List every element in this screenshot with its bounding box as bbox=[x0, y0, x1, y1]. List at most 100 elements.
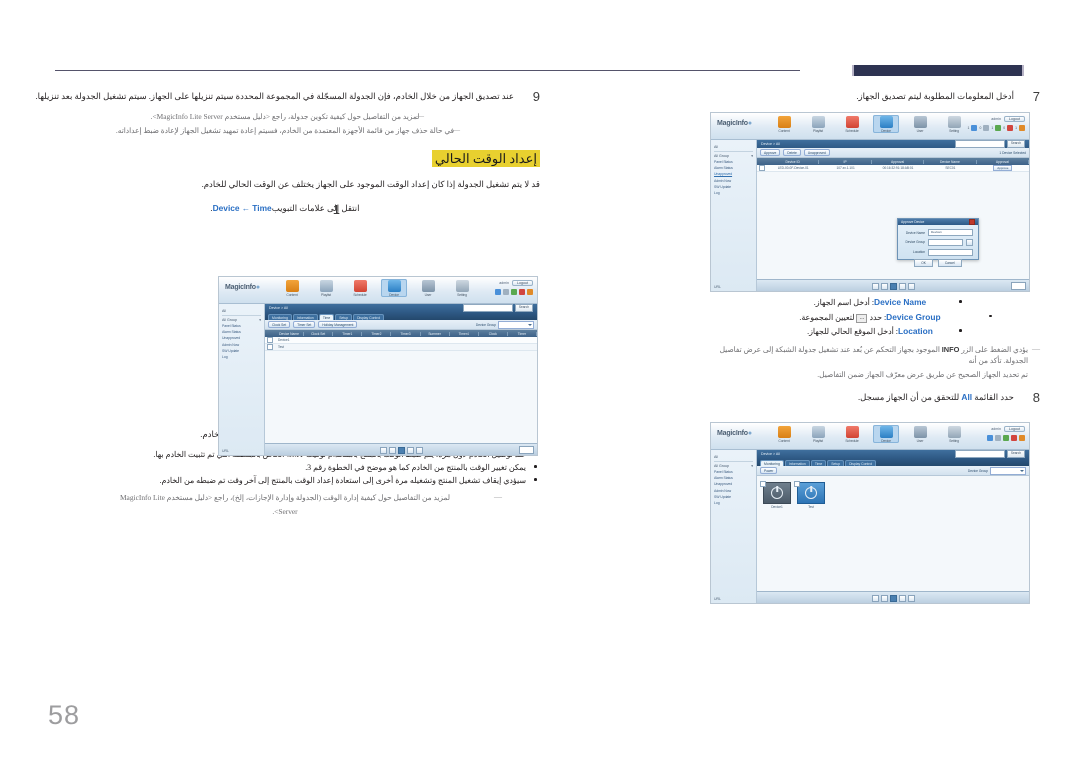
search-button[interactable]: Search bbox=[1006, 450, 1025, 458]
search-button[interactable]: Search bbox=[514, 304, 533, 312]
toolbar-content[interactable]: Content bbox=[771, 115, 797, 133]
toolbar-user[interactable]: User bbox=[415, 279, 441, 297]
table-row[interactable]: Device1 bbox=[265, 337, 537, 344]
page-next[interactable] bbox=[406, 446, 414, 454]
col-timer1[interactable]: Timer1 bbox=[333, 331, 363, 336]
ellipsis-button-icon[interactable]: ... bbox=[856, 313, 868, 323]
page-first[interactable] bbox=[379, 446, 387, 454]
row-action[interactable]: Approve bbox=[977, 165, 1029, 171]
page-next[interactable] bbox=[898, 282, 906, 290]
page-next[interactable] bbox=[898, 594, 906, 602]
logout-button[interactable]: Logout bbox=[1004, 426, 1025, 432]
tab-time[interactable]: Time bbox=[810, 460, 827, 466]
page-current[interactable] bbox=[889, 594, 897, 602]
page-last[interactable] bbox=[907, 282, 915, 290]
row-check[interactable] bbox=[757, 165, 767, 171]
col-device-id[interactable]: Device ID bbox=[767, 159, 820, 164]
tab-display-control[interactable]: Display Control bbox=[353, 314, 385, 320]
tab-information[interactable]: Information bbox=[292, 314, 318, 320]
checkbox-icon[interactable] bbox=[759, 165, 765, 171]
checkbox-icon[interactable] bbox=[794, 481, 800, 487]
toolbar-schedule[interactable]: Schedule bbox=[839, 115, 865, 133]
table-row[interactable]: Test bbox=[265, 344, 537, 351]
cancel-button[interactable]: Cancel bbox=[937, 258, 962, 267]
device-thumbnail[interactable] bbox=[794, 481, 825, 504]
col-timer3[interactable]: Timer3 bbox=[391, 331, 421, 336]
page-current[interactable] bbox=[889, 282, 897, 290]
toolbar-playlist[interactable]: Playlist bbox=[805, 425, 831, 443]
col-summer[interactable]: Summer bbox=[421, 331, 450, 336]
device-tile[interactable]: Test bbox=[794, 481, 825, 509]
checkbox-icon[interactable] bbox=[267, 337, 273, 343]
col-device-name[interactable]: Device Name bbox=[275, 331, 305, 336]
page-size-select[interactable] bbox=[1011, 282, 1026, 290]
col-timer[interactable]: Timer bbox=[508, 331, 537, 336]
page-size-select[interactable] bbox=[519, 446, 534, 454]
device-group-filter-select[interactable] bbox=[498, 320, 534, 329]
row-check[interactable] bbox=[265, 344, 275, 350]
toolbar-device[interactable]: Device bbox=[873, 115, 899, 133]
page-current[interactable] bbox=[397, 446, 405, 454]
table-row[interactable]: LED-00-0F-Device-01 107.xx.1.101 00:16:3… bbox=[757, 165, 1029, 172]
toolbar-device[interactable]: Device bbox=[873, 425, 899, 443]
page-prev[interactable] bbox=[880, 594, 888, 602]
timer-set-button[interactable]: Timer Set bbox=[293, 321, 316, 328]
input-location[interactable] bbox=[928, 248, 973, 256]
toolbar-device[interactable]: Device bbox=[381, 279, 407, 297]
toolbar-setting[interactable]: Setting bbox=[449, 279, 475, 297]
tab-information[interactable]: Information bbox=[784, 460, 810, 466]
toolbar-playlist[interactable]: Playlist bbox=[313, 279, 339, 297]
tab-setup[interactable]: Setup bbox=[335, 314, 353, 320]
ok-button[interactable]: OK bbox=[914, 258, 933, 267]
device-group-filter-select[interactable] bbox=[990, 466, 1026, 475]
page-first[interactable] bbox=[871, 282, 879, 290]
col-device-name[interactable]: Device Name bbox=[924, 159, 977, 164]
toolbar-schedule[interactable]: Schedule bbox=[839, 425, 865, 443]
holiday-management-button[interactable]: Holiday Management bbox=[318, 321, 358, 328]
toolbar-setting[interactable]: Setting bbox=[941, 115, 967, 133]
sidebar-item-log[interactable]: Log bbox=[222, 354, 261, 360]
tab-monitoring[interactable]: Monitoring bbox=[760, 460, 784, 466]
input-device-name[interactable]: Device1 bbox=[928, 229, 973, 236]
search-input[interactable] bbox=[954, 450, 1005, 458]
logout-button[interactable]: Logout bbox=[512, 280, 533, 286]
approve-button[interactable]: Approve bbox=[760, 149, 781, 156]
col-timer2[interactable]: Timer2 bbox=[362, 331, 392, 336]
delete-button[interactable]: Delete bbox=[783, 149, 801, 156]
page-prev[interactable] bbox=[388, 446, 396, 454]
tab-monitoring[interactable]: Monitoring bbox=[268, 314, 292, 320]
toolbar-setting[interactable]: Setting bbox=[941, 425, 967, 443]
row-check[interactable] bbox=[265, 337, 275, 343]
tab-setup[interactable]: Setup bbox=[827, 460, 845, 466]
col-approval[interactable]: Approval bbox=[977, 159, 1029, 164]
power-button[interactable]: Power bbox=[760, 467, 778, 474]
input-device-group[interactable] bbox=[928, 238, 963, 246]
col-clock-set[interactable]: Clock Set bbox=[304, 331, 334, 336]
page-last[interactable] bbox=[415, 446, 423, 454]
checkbox-icon[interactable] bbox=[267, 344, 273, 350]
sidebar-item-log[interactable]: Log bbox=[714, 500, 753, 506]
col-ip[interactable]: IP bbox=[819, 159, 872, 164]
col-mac[interactable]: Approval bbox=[872, 159, 925, 164]
toolbar-user[interactable]: User bbox=[907, 425, 933, 443]
col-clock[interactable]: Clock bbox=[479, 331, 508, 336]
toolbar-content[interactable]: Content bbox=[279, 279, 305, 297]
toolbar-user[interactable]: User bbox=[907, 115, 933, 133]
page-last[interactable] bbox=[907, 594, 915, 602]
toolbar-content[interactable]: Content bbox=[771, 425, 797, 443]
tab-time[interactable]: Time bbox=[318, 314, 335, 320]
unapproved-button[interactable]: Unapproved bbox=[803, 149, 830, 156]
logout-button[interactable]: Logout bbox=[1004, 116, 1025, 122]
search-input[interactable] bbox=[954, 140, 1005, 148]
sidebar-item-log[interactable]: Log bbox=[714, 190, 753, 196]
toolbar-playlist[interactable]: Playlist bbox=[805, 115, 831, 133]
toolbar-schedule[interactable]: Schedule bbox=[347, 279, 373, 297]
group-picker-icon[interactable] bbox=[966, 238, 973, 246]
search-button[interactable]: Search bbox=[1006, 140, 1025, 148]
col-timer4[interactable]: Timer4 bbox=[450, 331, 479, 336]
device-thumbnail[interactable] bbox=[760, 481, 791, 504]
device-tile[interactable]: Device1 bbox=[760, 481, 791, 509]
close-icon[interactable] bbox=[969, 219, 975, 225]
tab-display-control[interactable]: Display Control bbox=[845, 460, 877, 466]
checkbox-icon[interactable] bbox=[760, 481, 766, 487]
